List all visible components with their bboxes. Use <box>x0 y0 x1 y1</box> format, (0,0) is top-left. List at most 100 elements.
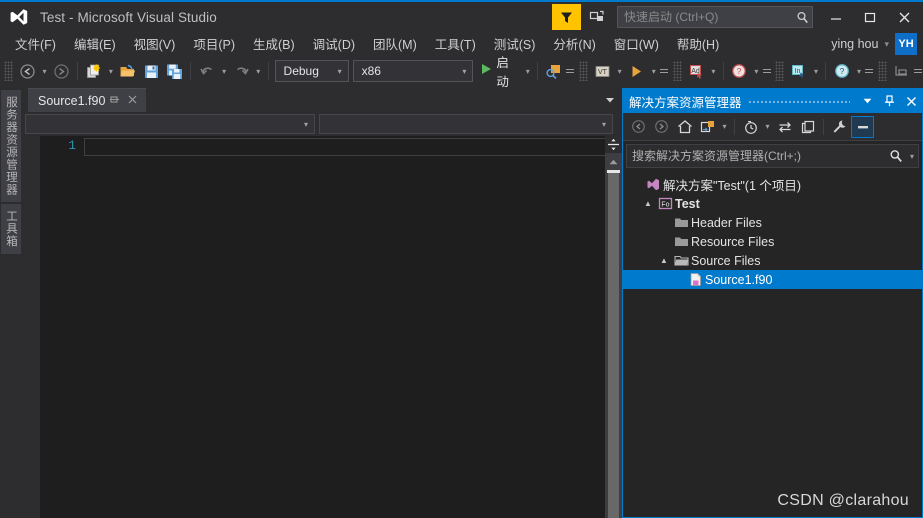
menu-item-view[interactable]: 视图(V) <box>125 31 185 57</box>
scroll-up-arrow[interactable] <box>605 153 622 170</box>
open-file-icon[interactable] <box>116 59 139 83</box>
back-icon[interactable] <box>627 116 650 138</box>
step-play-icon[interactable] <box>625 59 648 83</box>
tree-node-source-files[interactable]: ▲ Source Files <box>623 251 922 270</box>
help-circle-icon[interactable]: ? <box>830 59 853 83</box>
new-project-icon[interactable] <box>82 59 105 83</box>
search-icon[interactable] <box>886 149 906 163</box>
intellicode-icon[interactable]: In <box>787 59 810 83</box>
menu-item-project[interactable]: 项目(P) <box>184 31 244 57</box>
tree-node-source1-f90[interactable]: Source1.f90 <box>623 270 922 289</box>
chevron-down-icon[interactable]: ▾ <box>884 39 889 50</box>
toolbar-grip[interactable] <box>4 61 13 81</box>
help2-caret[interactable]: ▾ <box>854 59 865 83</box>
expander[interactable]: ▲ <box>657 256 671 265</box>
indicator-margin[interactable] <box>22 136 40 518</box>
toolbar-overflow-button[interactable] <box>913 59 923 83</box>
close-button[interactable] <box>887 2 921 32</box>
window-layout-icon[interactable] <box>890 59 913 83</box>
redo-caret[interactable]: ▾ <box>253 59 264 83</box>
properties-wrench-icon[interactable] <box>828 116 851 138</box>
save-icon[interactable] <box>140 59 163 83</box>
menu-item-window[interactable]: 窗口(W) <box>605 31 668 57</box>
history-caret[interactable]: ▾ <box>762 122 773 131</box>
chevron-down-icon[interactable]: ▾ <box>906 152 918 161</box>
scrollbar-thumb[interactable] <box>608 173 619 518</box>
tree-node-project[interactable]: ▲ Fo Test <box>623 194 922 213</box>
forward-icon[interactable] <box>650 116 673 138</box>
sidebar-item-server-explorer[interactable]: 服务器资源管理器 <box>1 90 21 202</box>
ad-tool-icon[interactable]: Ad <box>685 59 708 83</box>
menu-item-debug[interactable]: 调试(D) <box>304 31 364 57</box>
pending-changes-icon[interactable] <box>696 116 719 138</box>
menu-item-file[interactable]: 文件(F) <box>6 31 65 57</box>
toolbar-overflow-button[interactable] <box>565 59 575 83</box>
split-editor-icon[interactable] <box>605 136 622 153</box>
configuration-combo[interactable]: Debug ▾ <box>274 60 349 82</box>
intellicode-caret[interactable]: ▾ <box>811 59 822 83</box>
help-circle-icon[interactable]: ? <box>728 59 751 83</box>
toolbar-overflow-button[interactable] <box>659 59 669 83</box>
help-caret[interactable]: ▾ <box>751 59 762 83</box>
document-tab-source1[interactable]: Source1.f90 <box>28 88 147 112</box>
vt-tool-icon[interactable]: VT <box>591 59 614 83</box>
avatar[interactable]: YH <box>895 33 917 55</box>
minimize-button[interactable] <box>819 2 853 32</box>
ad-caret[interactable]: ▾ <box>708 59 719 83</box>
toolbar-overflow-button[interactable] <box>864 59 874 83</box>
toolbar-overflow-button[interactable] <box>762 59 772 83</box>
close-icon[interactable] <box>900 89 922 113</box>
menu-item-help[interactable]: 帮助(H) <box>668 31 728 57</box>
save-all-icon[interactable] <box>163 59 186 83</box>
account-area[interactable]: ying hou ▾ YH <box>831 32 917 56</box>
chevron-down-icon[interactable]: ▾ <box>456 67 472 76</box>
solution-search-input[interactable] <box>627 149 886 163</box>
redo-icon[interactable] <box>229 59 252 83</box>
code-line[interactable] <box>84 138 620 156</box>
step-caret[interactable]: ▾ <box>648 59 659 83</box>
toolbar-grip[interactable] <box>672 61 682 81</box>
navigation-member-combo[interactable]: ▾ <box>319 114 613 134</box>
feedback-funnel-icon[interactable] <box>552 4 581 30</box>
sidebar-item-toolbox[interactable]: 工具箱 <box>1 204 21 254</box>
navigate-forward-icon[interactable] <box>50 59 73 83</box>
tree-node-header-files[interactable]: Header Files <box>623 213 922 232</box>
quick-launch-input[interactable] <box>618 10 792 24</box>
menu-item-tools[interactable]: 工具(T) <box>426 31 485 57</box>
code-text-area[interactable] <box>84 136 622 518</box>
history-clock-icon[interactable] <box>739 116 762 138</box>
toolbar-grip[interactable] <box>878 61 887 81</box>
maximize-button[interactable] <box>853 2 887 32</box>
notifications-icon[interactable] <box>583 4 611 30</box>
code-editor[interactable]: 1 <box>22 136 622 518</box>
chevron-down-icon[interactable] <box>602 88 618 112</box>
navigation-scope-combo[interactable]: ▾ <box>25 114 315 134</box>
chevron-down-icon[interactable]: ▾ <box>298 120 314 129</box>
navigate-back-icon[interactable] <box>16 59 39 83</box>
new-project-caret[interactable]: ▾ <box>106 59 117 83</box>
start-caret[interactable]: ▾ <box>522 59 533 83</box>
menu-item-analyze[interactable]: 分析(N) <box>544 31 604 57</box>
platform-combo[interactable]: x86 ▾ <box>352 60 474 82</box>
menu-item-edit[interactable]: 编辑(E) <box>65 31 125 57</box>
home-icon[interactable] <box>673 116 696 138</box>
tree-node-solution[interactable]: 解决方案"Test"(1 个项目) <box>623 175 922 194</box>
tree-node-resource-files[interactable]: Resource Files <box>623 232 922 251</box>
menu-item-build[interactable]: 生成(B) <box>244 31 304 57</box>
pending-changes-caret[interactable]: ▾ <box>719 122 730 131</box>
chevron-down-icon[interactable]: ▾ <box>332 67 348 76</box>
undo-caret[interactable]: ▾ <box>219 59 230 83</box>
quick-launch-box[interactable] <box>617 6 813 28</box>
pin-icon[interactable] <box>878 89 900 113</box>
sync-with-active-document-icon[interactable] <box>773 116 796 138</box>
editor-vertical-scrollbar[interactable] <box>605 153 622 518</box>
pin-icon[interactable] <box>105 94 123 108</box>
collapse-all-icon[interactable] <box>851 115 874 138</box>
toolbar-grip[interactable] <box>579 61 588 81</box>
toolbar-grip[interactable] <box>775 61 785 81</box>
undo-icon[interactable] <box>195 59 218 83</box>
vt-caret[interactable]: ▾ <box>614 59 625 83</box>
back-history-caret[interactable]: ▾ <box>39 59 50 83</box>
expander[interactable]: ▲ <box>641 199 655 208</box>
chevron-down-icon[interactable]: ▾ <box>596 120 612 129</box>
